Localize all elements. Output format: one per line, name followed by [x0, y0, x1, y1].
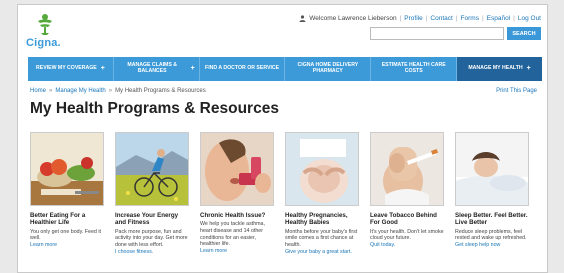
program-cards: Better Eating For a Healthier Life You o…: [30, 132, 540, 255]
contact-link[interactable]: Contact: [430, 15, 452, 22]
nav-label: CIGNA HOME DELIVERY PHARMACY: [297, 62, 359, 74]
breadcrumb-separator: »: [49, 88, 53, 94]
nav-label: REVIEW MY COVERAGE: [36, 65, 97, 72]
search-button[interactable]: SEARCH: [507, 27, 541, 40]
cigna-logo[interactable]: Cigna.: [26, 13, 70, 51]
choose-fitness-link[interactable]: I choose fitness.: [115, 249, 189, 256]
card-better-eating: Better Eating For a Healthier Life You o…: [30, 132, 104, 255]
nav-label: ESTIMATE HEALTH CARE COSTS: [381, 62, 446, 74]
learn-more-link[interactable]: Learn more: [200, 248, 274, 255]
breadcrumb-home[interactable]: Home: [30, 88, 46, 94]
breadcrumb: Home » Manage My Health » My Health Prog…: [30, 88, 206, 94]
card-title: Chronic Health Issue?: [200, 212, 266, 219]
separator: |: [513, 15, 515, 22]
inhaler-photo[interactable]: [200, 132, 274, 206]
nav-find-doctor[interactable]: FIND A DOCTOR OR SERVICE: [200, 57, 286, 81]
card-healthy-pregnancies: Healthy Pregnancies, Healthy Babies Mont…: [285, 132, 359, 255]
nav-home-delivery[interactable]: CIGNA HOME DELIVERY PHARMACY: [285, 57, 372, 81]
breadcrumb-manage-health[interactable]: Manage My Health: [55, 88, 105, 94]
forms-link[interactable]: Forms: [461, 15, 479, 22]
user-icon: [299, 15, 306, 22]
card-description: Months before your baby's first smile co…: [285, 228, 358, 249]
tree-person-icon: [38, 14, 52, 35]
logout-link[interactable]: Log Out: [518, 15, 541, 22]
utility-bar: Welcome Lawrence Lieberson | Profile | C…: [299, 15, 541, 22]
card-description: You only get one body. Feed it well.: [30, 228, 101, 242]
breadcrumb-current: My Health Programs & Resources: [115, 88, 206, 94]
card-leave-tobacco: Leave Tobacco Behind For Good It's your …: [370, 132, 444, 255]
learn-more-link[interactable]: Learn more: [30, 242, 104, 249]
breadcrumb-separator: »: [108, 88, 113, 94]
welcome-text: Welcome Lawrence Lieberson: [309, 15, 397, 22]
page-container: Cigna. Welcome Lawrence Lieberson | Prof…: [17, 4, 548, 273]
tobacco-photo[interactable]: [370, 132, 444, 206]
nav-label: MANAGE CLAIMS & BALANCES: [127, 62, 177, 74]
separator: |: [399, 15, 402, 22]
food-photo[interactable]: [30, 132, 104, 206]
search-input[interactable]: [370, 27, 504, 40]
card-title: Better Eating For a Healthier Life: [30, 212, 86, 227]
card-chronic-health: Chronic Health Issue? We help you tackle…: [200, 132, 274, 255]
profile-link[interactable]: Profile: [404, 15, 422, 22]
nav-label: MANAGE MY HEALTH: [468, 65, 523, 72]
card-description: It's your health. Don't let smoke cloud …: [370, 228, 444, 242]
card-title: Leave Tobacco Behind For Good: [370, 212, 437, 227]
main-nav: REVIEW MY COVERAGE + MANAGE CLAIMS & BAL…: [28, 57, 542, 81]
card-description: We help you tackle asthma, heart disease…: [200, 221, 265, 248]
card-energy-fitness: Increase Your Energy and Fitness Pack mo…: [115, 132, 189, 255]
logo-text: Cigna.: [26, 37, 61, 49]
card-description: Pack more purpose, fun and activity into…: [115, 228, 188, 249]
plus-icon: +: [526, 64, 531, 72]
sleep-help-link[interactable]: Get sleep help now: [455, 242, 529, 249]
nav-review-coverage[interactable]: REVIEW MY COVERAGE +: [28, 57, 114, 81]
plus-icon: +: [190, 64, 195, 72]
separator: |: [425, 15, 428, 22]
card-title: Healthy Pregnancies, Healthy Babies: [285, 212, 348, 227]
card-description: Reduce sleep problems, feel rested and w…: [455, 228, 527, 242]
page-title: My Health Programs & Resources: [30, 100, 279, 117]
separator: |: [455, 15, 458, 22]
card-title: Sleep Better. Feel Better. Live Better: [455, 212, 528, 227]
cyclist-photo[interactable]: [115, 132, 189, 206]
baby-start-link[interactable]: Give your baby a great start.: [285, 249, 359, 256]
nav-manage-claims[interactable]: MANAGE CLAIMS & BALANCES +: [114, 57, 200, 81]
espanol-link[interactable]: Español: [487, 15, 511, 22]
nav-label: FIND A DOCTOR OR SERVICE: [205, 65, 280, 72]
sleep-photo[interactable]: [455, 132, 529, 206]
pregnancy-photo[interactable]: [285, 132, 359, 206]
search-bar: SEARCH: [370, 27, 541, 40]
plus-icon: +: [100, 64, 105, 72]
nav-estimate-costs[interactable]: ESTIMATE HEALTH CARE COSTS: [371, 57, 458, 81]
quit-today-link[interactable]: Quit today.: [370, 242, 444, 249]
card-sleep-better: Sleep Better. Feel Better. Live Better R…: [455, 132, 529, 255]
card-title: Increase Your Energy and Fitness: [115, 212, 179, 227]
print-page-link[interactable]: Print This Page: [496, 88, 537, 94]
separator: |: [481, 15, 484, 22]
nav-manage-health[interactable]: MANAGE MY HEALTH +: [457, 57, 542, 81]
